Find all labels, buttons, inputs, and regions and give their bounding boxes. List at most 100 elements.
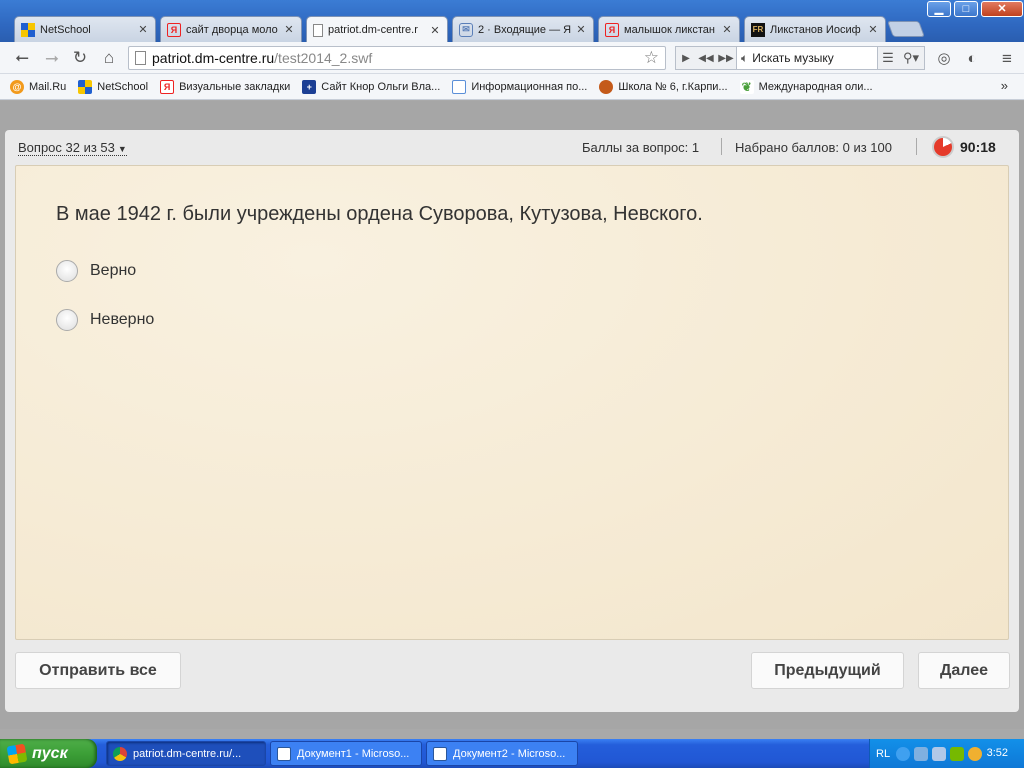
bookmark-olympiad[interactable]: ❦ Международная оли... (739, 79, 873, 94)
tab-malyshok[interactable]: Я малышок ликстан ✕ (598, 16, 740, 42)
system-tray: RL 3:52 (869, 739, 1024, 768)
nvidia-icon[interactable] (950, 746, 965, 761)
chevron-left-icon[interactable] (896, 746, 911, 761)
bookmark-info[interactable]: Информационная по... (452, 79, 588, 94)
doc-icon (452, 79, 467, 94)
option-label: Верно (90, 262, 137, 279)
tab-patriot[interactable]: patriot.dm-centre.r ✕ (306, 16, 448, 43)
search-icon[interactable]: ⚲▾ (898, 50, 924, 66)
close-icon[interactable]: ✕ (721, 23, 733, 36)
bookmark-mailru[interactable]: @ Mail.Ru (10, 79, 66, 94)
fast-forward-icon[interactable]: ▶▶ (716, 53, 736, 64)
submit-all-button[interactable]: Отправить все (15, 652, 181, 689)
caret-down-icon: ▼ (117, 144, 127, 154)
option-label: Неверно (90, 311, 155, 328)
star-icon[interactable]: ☆ (644, 48, 659, 68)
chrome-menu-icon[interactable]: ≡ (997, 49, 1017, 69)
bookmark-label: Международная оли... (758, 80, 873, 93)
bookmark-label: Сайт Кнор Ольги Вла... (321, 80, 441, 93)
question-counter: Вопрос 32 из 53 (18, 140, 115, 155)
play-icon[interactable]: ▶ (676, 53, 696, 64)
uk-flag-icon: + (302, 79, 317, 94)
music-toolbar: ▶ ◀◀ ▶▶ 🔈︎ Искать музыку ☰ ⚲▾ (675, 46, 925, 70)
leaf-icon: ❦ (739, 79, 754, 94)
bookmark-school6[interactable]: Школа № 6, г.Карпи... (599, 79, 728, 94)
option-false[interactable]: Неверно (56, 309, 154, 331)
bookmarks-bar: @ Mail.Ru NetSchool Я Визуальные закладк… (0, 74, 1024, 100)
browser-titlebar: NetSchool ✕ Я сайт дворца моло ✕ patriot… (0, 0, 1024, 43)
close-icon[interactable]: ✕ (575, 23, 587, 36)
radio-button[interactable] (56, 309, 78, 331)
start-button[interactable]: пуск (0, 739, 97, 768)
divider (916, 138, 917, 155)
question-text: В мае 1942 г. были учреждены ордена Суво… (56, 203, 703, 225)
bookmark-label: Школа № 6, г.Карпи... (618, 80, 728, 93)
task-label: patriot.dm-centre.ru/... (133, 747, 242, 760)
address-path: /test2014_2.swf (274, 50, 373, 66)
yandex-icon: Я (605, 22, 619, 37)
total-points: Набрано баллов: 0 из 100 (735, 140, 892, 155)
tab-label: сайт дворца моло (186, 23, 278, 36)
tab-likstanov[interactable]: FR Ликстанов Иосиф ✕ (744, 16, 886, 42)
notification-icon[interactable]: ◐ (962, 49, 982, 69)
bookmark-netschool[interactable]: NetSchool (78, 79, 148, 94)
close-icon[interactable]: ✕ (429, 24, 441, 37)
close-icon[interactable]: ✕ (867, 23, 879, 36)
rewind-icon[interactable]: ◀◀ (696, 53, 716, 64)
menu-lines-icon[interactable]: ☰ (878, 50, 898, 66)
monitor-icon[interactable] (932, 746, 947, 761)
bookmarks-more-icon[interactable]: » (1001, 78, 1008, 93)
home-icon[interactable]: ⌂ (99, 48, 119, 68)
next-button[interactable]: Далее (918, 652, 1010, 689)
extension-icon[interactable]: ◎ (934, 49, 954, 69)
clock: 3:52 (986, 747, 1008, 759)
tab-label: 2 · Входящие — Я (478, 23, 571, 36)
task-document1[interactable]: Документ1 - Microso... (270, 741, 422, 766)
tab-inbox[interactable]: ✉ 2 · Входящие — Я ✕ (452, 16, 594, 42)
mailru-icon: @ (10, 79, 24, 94)
bookmark-label: Визуальные закладки (179, 80, 291, 93)
page-icon (313, 23, 323, 37)
mail-icon: ✉ (459, 22, 473, 37)
reload-icon[interactable]: ↻ (70, 48, 90, 68)
close-icon[interactable]: ✕ (137, 23, 149, 36)
bookmark-label: Информационная по... (471, 80, 588, 93)
page-content: Вопрос 32 из 53 ▼ Баллы за вопрос: 1 Набр… (0, 101, 1024, 729)
bookmark-knor[interactable]: + Сайт Кнор Ольги Вла... (302, 79, 441, 94)
forward-arrow-icon[interactable]: ⭢ (42, 48, 62, 68)
question-header: Вопрос 32 из 53 ▼ Баллы за вопрос: 1 Набр… (5, 130, 1019, 164)
network-icon[interactable] (914, 746, 929, 761)
browser-toolbar: ⭠ ⭢ ↻ ⌂ patriot.dm-centre.ru/test2014_2.… (0, 42, 1024, 74)
status-icon[interactable] (968, 746, 983, 761)
minimize-button[interactable]: ▁ (927, 1, 951, 17)
school-icon (599, 79, 614, 94)
task-document2[interactable]: Документ2 - Microso... (426, 741, 578, 766)
option-true[interactable]: Верно (56, 260, 136, 282)
page-icon (135, 51, 146, 65)
start-label: пуск (32, 744, 68, 762)
timer: 90:18 (960, 139, 996, 155)
music-search-placeholder: Искать музыку (752, 51, 834, 65)
windows-flag-icon (6, 743, 28, 764)
close-window-button[interactable]: ✕ (981, 1, 1023, 17)
radio-button[interactable] (56, 260, 78, 282)
music-search-input[interactable]: 🔈︎ Искать музыку (736, 47, 878, 69)
tab-palace-site[interactable]: Я сайт дворца моло ✕ (160, 16, 302, 42)
chrome-icon (113, 746, 127, 761)
bookmark-visual[interactable]: Я Визуальные закладки (160, 79, 291, 94)
task-label: Документ1 - Microso... (297, 747, 410, 760)
fr-icon: FR (751, 22, 765, 37)
question-counter-dropdown[interactable]: Вопрос 32 из 53 ▼ (18, 140, 127, 156)
yandex-icon: Я (167, 22, 181, 37)
task-browser[interactable]: patriot.dm-centre.ru/... (106, 741, 266, 766)
address-bar[interactable]: patriot.dm-centre.ru/test2014_2.swf ☆ (128, 46, 666, 70)
previous-button[interactable]: Предыдущий (751, 652, 904, 689)
close-icon[interactable]: ✕ (283, 23, 295, 36)
language-indicator[interactable]: RL (876, 748, 890, 760)
maximize-button[interactable]: □ (954, 1, 978, 17)
new-tab-button[interactable] (887, 21, 925, 37)
task-label: Документ2 - Microso... (453, 747, 566, 760)
divider (721, 138, 722, 155)
tab-netschool[interactable]: NetSchool ✕ (14, 16, 156, 42)
back-arrow-icon[interactable]: ⭠ (12, 48, 32, 68)
